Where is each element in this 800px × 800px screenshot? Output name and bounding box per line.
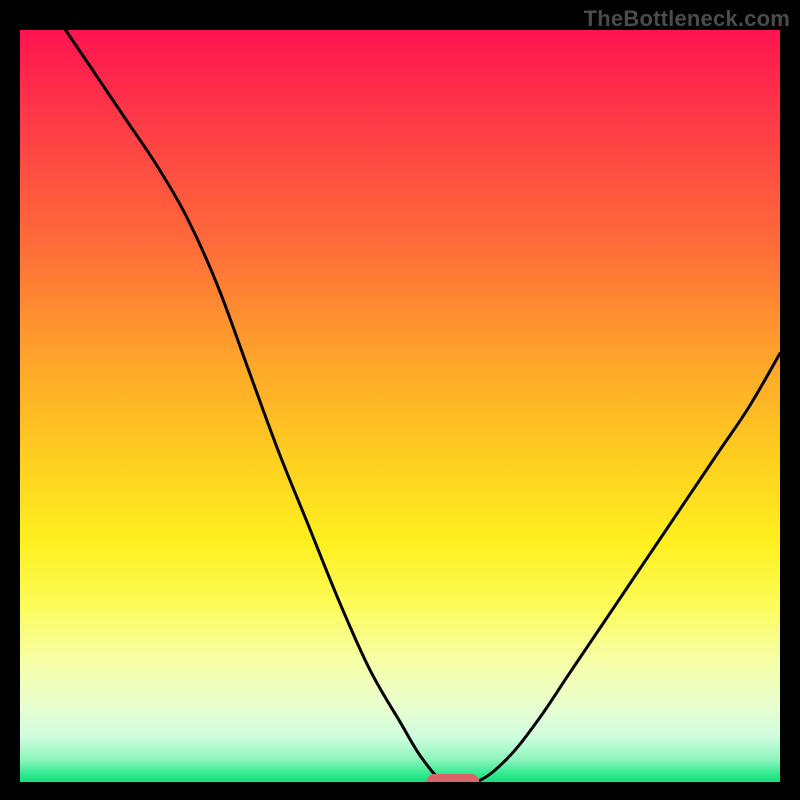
chart-frame: TheBottleneck.com: [0, 0, 800, 800]
bottleneck-curve: [66, 30, 780, 782]
watermark-text: TheBottleneck.com: [584, 6, 790, 32]
plot-area: [20, 30, 780, 782]
optimal-marker: [427, 774, 480, 782]
curve-svg: [20, 30, 780, 782]
